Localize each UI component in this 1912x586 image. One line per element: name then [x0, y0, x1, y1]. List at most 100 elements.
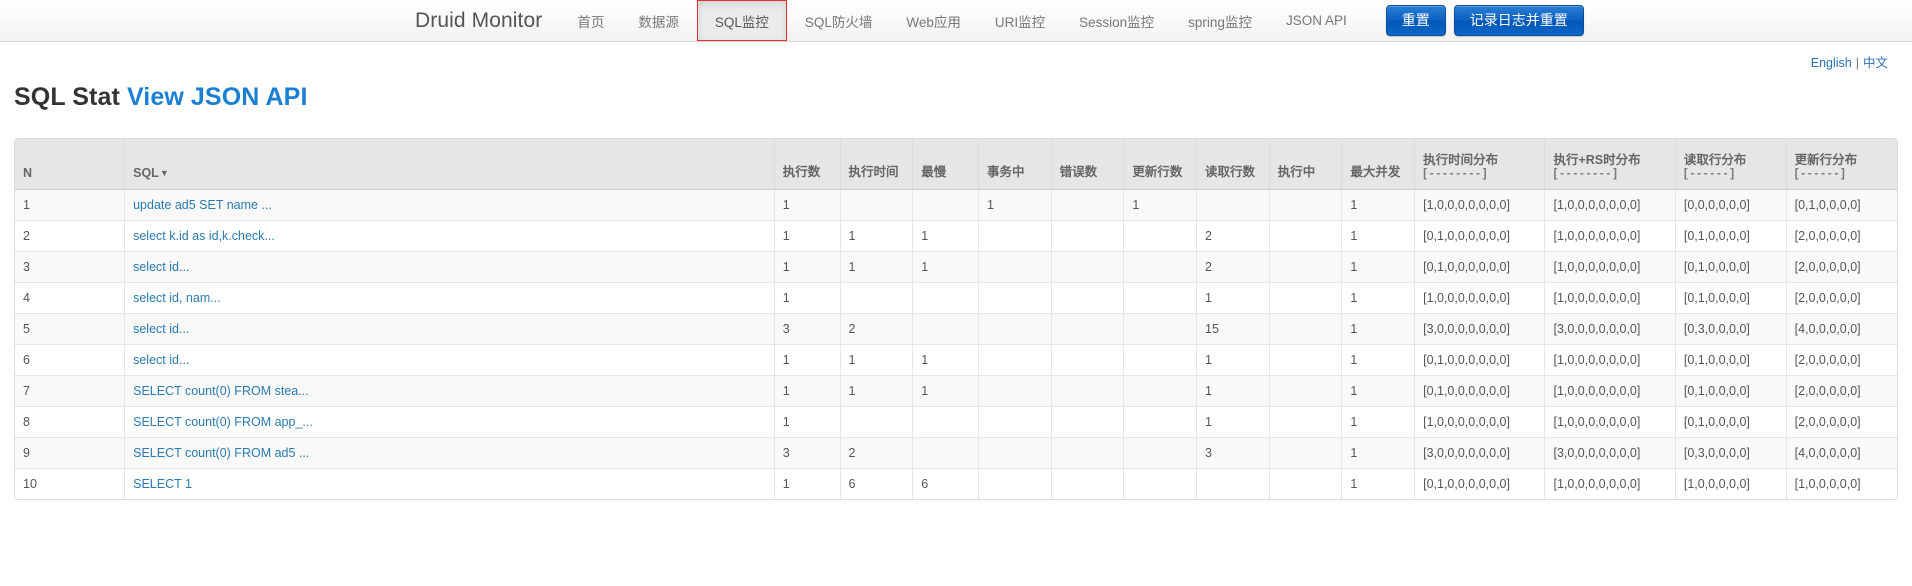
table-header-row: N SQL▼ 执行数 执行时间 最慢 事务中 错误数 更新行数 读取行数 执行中… [15, 139, 1897, 190]
sql-link[interactable]: SELECT 1 [133, 477, 192, 491]
cell-fetch-rows: 1 [1196, 343, 1270, 375]
col-header-update-rows: 更新行数 [1123, 139, 1198, 190]
cell-slowest [912, 405, 979, 437]
log-and-reset-button[interactable]: 记录日志并重置 [1453, 4, 1584, 37]
cell-sql-text[interactable]: SELECT 1 [124, 467, 775, 499]
cell-sql-text[interactable]: select id... [124, 312, 775, 344]
cell-fetch-row-dist: [0,1,0,0,0,0] [1675, 250, 1787, 282]
sql-link[interactable]: select id, nam... [133, 291, 221, 305]
cell-sql-text[interactable]: SELECT count(0) FROM app_... [124, 405, 775, 437]
cell-exec-time: 1 [840, 343, 914, 375]
nav-item-web-app[interactable]: Web应用 [889, 0, 978, 41]
sql-link[interactable]: select id... [133, 322, 189, 336]
col-header-max-concurrent: 最大并发 [1341, 139, 1416, 190]
cell-exec-rs-dist: [1,0,0,0,0,0,0,0] [1544, 343, 1676, 375]
sql-link[interactable]: SELECT count(0) FROM ad5 ... [133, 446, 309, 460]
nav-item-json-api[interactable]: JSON API [1269, 0, 1364, 41]
cell-fetch-rows: 2 [1196, 219, 1270, 251]
col-header-error-count: 错误数 [1051, 139, 1125, 190]
view-json-api-link[interactable]: View JSON API [127, 83, 308, 111]
sql-link[interactable]: SELECT count(0) FROM stea... [133, 384, 309, 398]
cell-exec-count: 1 [774, 374, 841, 406]
cell-slowest: 1 [912, 374, 979, 406]
cell-row-index: 3 [15, 250, 126, 282]
table-row: 3 select id... 1 1 1 2 1 [0,1,0,0,0,0,0,0] [1,0,… [15, 250, 1897, 282]
col-header-exec-time: 执行时间 [840, 139, 914, 190]
cell-slowest: 1 [912, 219, 979, 251]
col-header-sql[interactable]: SQL▼ [124, 139, 775, 190]
cell-exec-count: 1 [774, 250, 841, 282]
cell-fetch-rows: 15 [1196, 312, 1270, 344]
cell-update-rows [1123, 281, 1198, 313]
nav-item-sql-firewall[interactable]: SQL防火墙 [788, 0, 890, 41]
sql-link[interactable]: select id... [133, 260, 189, 274]
col-header-in-transaction: 事务中 [978, 139, 1052, 190]
cell-sql-text[interactable]: select id, nam... [124, 281, 775, 313]
sql-link[interactable]: SELECT count(0) FROM app_... [133, 415, 313, 429]
cell-update-row-dist: [2,0,0,0,0,0] [1786, 281, 1897, 313]
table-row: 10 SELECT 1 1 6 6 1 [0,1,0,0,0,0,0,0] [1,0,0,0,… [15, 467, 1897, 499]
cell-update-row-dist: [0,1,0,0,0,0] [1786, 188, 1897, 220]
nav-item-session-monitor[interactable]: Session监控 [1062, 0, 1171, 41]
cell-max-concurrent: 1 [1341, 436, 1416, 468]
cell-update-row-dist: [2,0,0,0,0,0] [1786, 374, 1897, 406]
cell-fetch-rows [1196, 188, 1270, 220]
cell-sql-text[interactable]: SELECT count(0) FROM ad5 ... [124, 436, 775, 468]
lang-english-link[interactable]: English [1811, 56, 1852, 70]
cell-row-index: 2 [15, 219, 126, 251]
table-row: 4 select id, nam... 1 1 1 [1,0,0,0,0,0,0,0] [1… [15, 281, 1897, 313]
cell-exec-time: 2 [840, 436, 914, 468]
nav-item-sql-monitor[interactable]: SQL监控 [696, 0, 787, 41]
col-header-slowest: 最慢 [912, 139, 979, 190]
nav-item-uri-monitor[interactable]: URI监控 [978, 0, 1062, 41]
nav-item-spring-monitor[interactable]: spring监控 [1171, 0, 1269, 41]
cell-exec-count: 1 [774, 219, 841, 251]
sql-stat-table-body: 1 update ad5 SET name ... 1 1 1 1 [1,0,0,0,0,0… [15, 188, 1897, 499]
cell-fetch-row-dist: [0,3,0,0,0,0] [1675, 436, 1787, 468]
cell-error-count [1051, 343, 1125, 375]
cell-fetch-rows: 1 [1196, 281, 1270, 313]
cell-running [1269, 467, 1343, 499]
cell-max-concurrent: 1 [1341, 219, 1416, 251]
cell-sql-text[interactable]: update ad5 SET name ... [124, 188, 775, 220]
cell-error-count [1051, 250, 1125, 282]
cell-exec-time-dist: [0,1,0,0,0,0,0,0] [1414, 219, 1546, 251]
cell-update-row-dist: [1,0,0,0,0,0] [1786, 467, 1897, 499]
cell-error-count [1051, 281, 1125, 313]
cell-sql-text[interactable]: select k.id as id,k.check... [124, 219, 775, 251]
cell-max-concurrent: 1 [1341, 467, 1416, 499]
cell-exec-time-dist: [0,1,0,0,0,0,0,0] [1414, 343, 1546, 375]
nav-item-home[interactable]: 首页 [560, 0, 621, 41]
cell-sql-text[interactable]: SELECT count(0) FROM stea... [124, 374, 775, 406]
col-header-n: N [15, 139, 126, 190]
cell-exec-rs-dist: [3,0,0,0,0,0,0,0] [1544, 436, 1676, 468]
nav-item-datasource[interactable]: 数据源 [621, 0, 696, 41]
cell-update-rows [1123, 343, 1198, 375]
cell-update-row-dist: [2,0,0,0,0,0] [1786, 405, 1897, 437]
cell-fetch-row-dist: [0,1,0,0,0,0] [1675, 405, 1787, 437]
cell-sql-text[interactable]: select id... [124, 250, 775, 282]
sql-stat-table-container: N SQL▼ 执行数 执行时间 最慢 事务中 错误数 更新行数 读取行数 执行中… [14, 138, 1898, 500]
cell-slowest: 1 [912, 250, 979, 282]
language-switcher: English | 中文 [0, 42, 1912, 71]
cell-slowest [912, 281, 979, 313]
cell-error-count [1051, 188, 1125, 220]
cell-sql-text[interactable]: select id... [124, 343, 775, 375]
cell-exec-time: 1 [840, 250, 914, 282]
sql-link[interactable]: update ad5 SET name ... [133, 198, 272, 212]
cell-fetch-row-dist: [0,1,0,0,0,0] [1675, 281, 1787, 313]
lang-chinese-link[interactable]: 中文 [1863, 56, 1888, 70]
cell-row-index: 10 [15, 467, 126, 499]
cell-fetch-rows: 2 [1196, 250, 1270, 282]
cell-running [1269, 405, 1343, 437]
table-row: 7 SELECT count(0) FROM stea... 1 1 1 1 1 [0,1,0… [15, 374, 1897, 406]
sql-link[interactable]: select id... [133, 353, 189, 367]
col-header-fetch-rows: 读取行数 [1196, 139, 1270, 190]
sql-link[interactable]: select k.id as id,k.check... [133, 229, 275, 243]
cell-running [1269, 188, 1343, 220]
cell-error-count [1051, 467, 1125, 499]
cell-exec-rs-dist: [1,0,0,0,0,0,0,0] [1544, 281, 1676, 313]
col-header-exec-count: 执行数 [774, 139, 841, 190]
col-header-update-row-dist: 更新行分布[ - - - - - - ] [1786, 139, 1897, 190]
reset-button[interactable]: 重置 [1385, 4, 1446, 37]
